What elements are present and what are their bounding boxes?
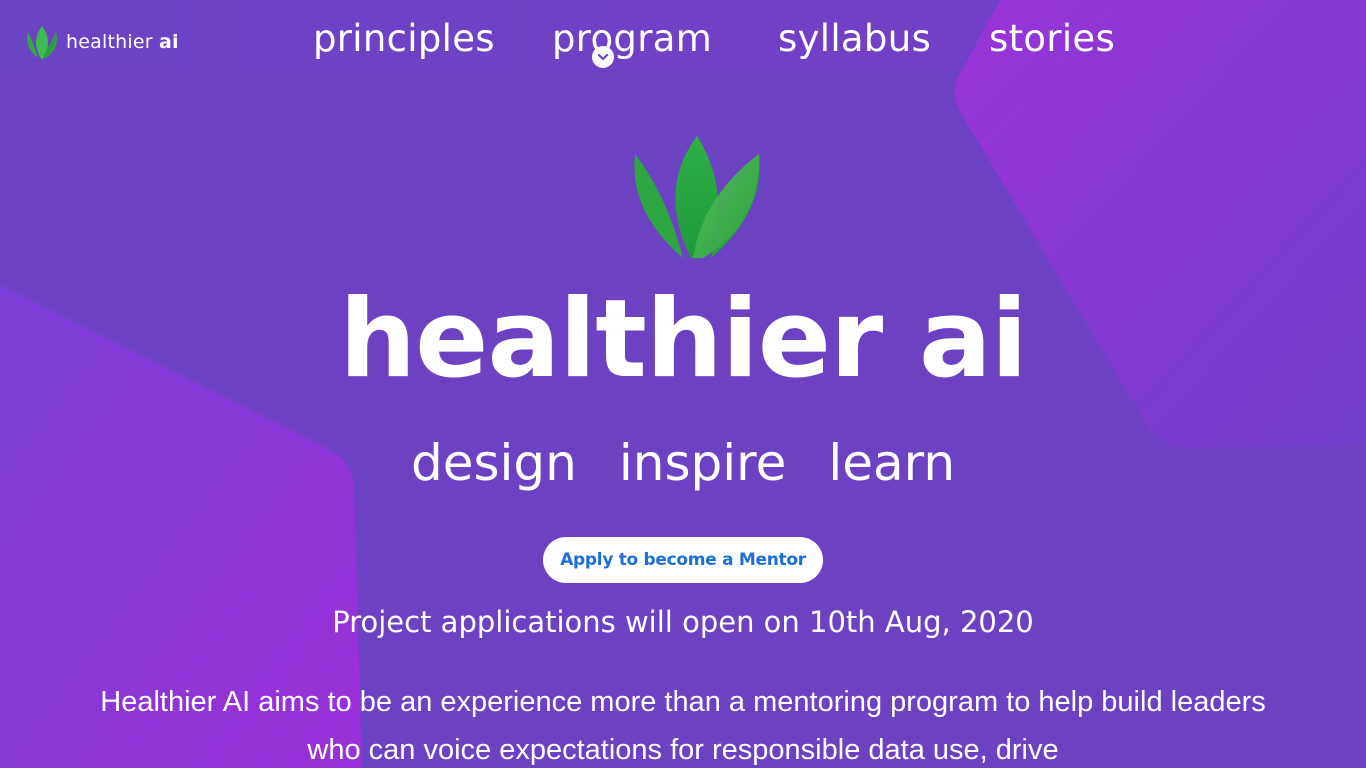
tagline-word-inspire: inspire: [618, 434, 787, 492]
hero-tagline: design inspire learn: [0, 432, 1366, 494]
hero-title: healthier ai: [339, 277, 1028, 402]
tagline-word-design: design: [410, 434, 577, 492]
intro-paragraph: Healthier AI aims to be an experience mo…: [100, 686, 1266, 766]
applications-announcement: Project applications will open on 10th A…: [332, 605, 1034, 639]
apply-mentor-button[interactable]: Apply to become a Mentor: [543, 537, 823, 583]
chevron-down-icon-glyph: [597, 53, 609, 61]
page: healthier ai principles program syllabus…: [0, 0, 1366, 768]
nav-item-principles[interactable]: principles: [313, 14, 495, 64]
nav-item-syllabus[interactable]: syllabus: [778, 14, 931, 64]
main-nav: principles program syllabus stories: [0, 14, 1366, 68]
nav-item-stories[interactable]: stories: [989, 14, 1115, 64]
hero-leaf-logo-icon: [634, 136, 760, 259]
tagline-word-learn: learn: [828, 434, 956, 492]
nav-item-program[interactable]: program: [552, 14, 712, 64]
chevron-down-icon[interactable]: [592, 46, 614, 68]
